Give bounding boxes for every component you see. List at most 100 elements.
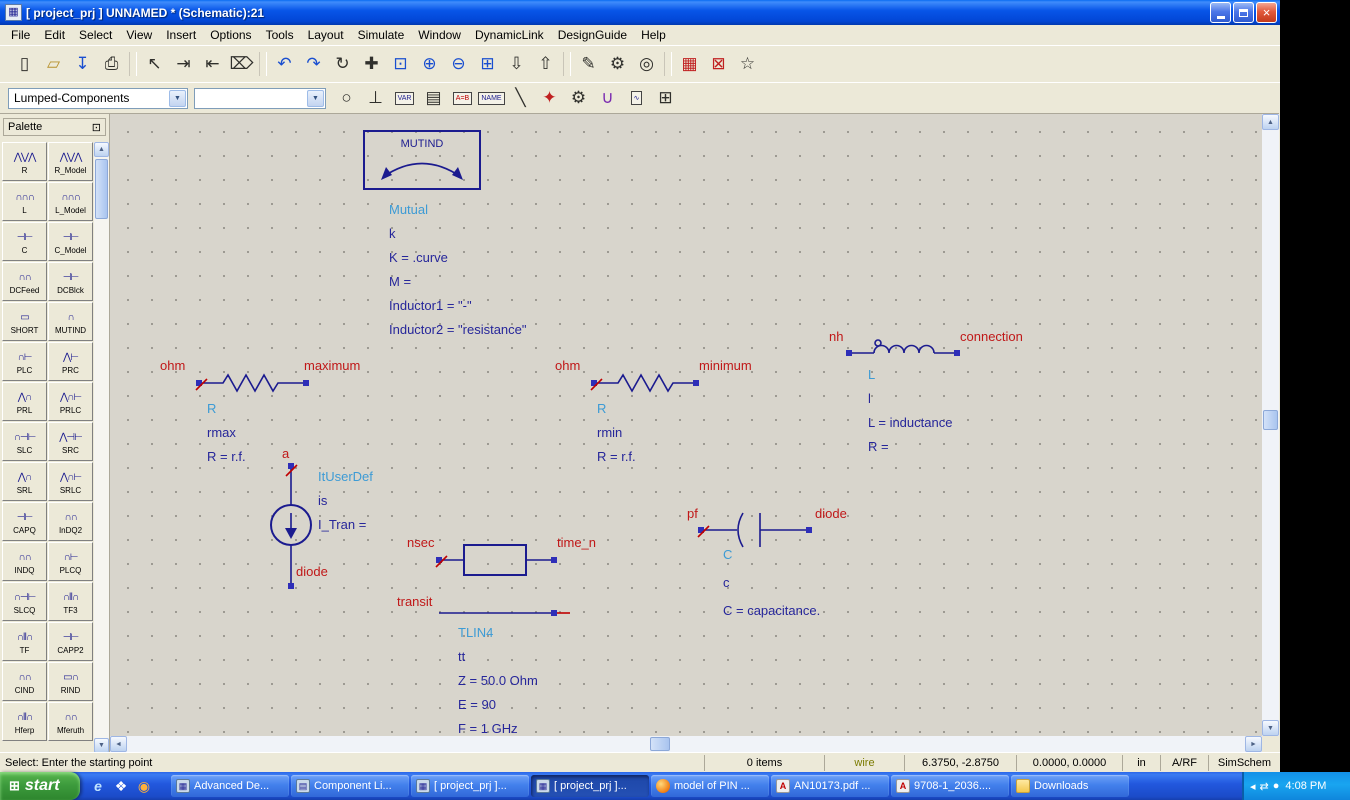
library-browser-icon[interactable]: ⊞ [652,85,679,112]
palette-item[interactable]: ⋀⋁⋀ R_Model [48,142,93,181]
separator[interactable] [563,52,571,76]
probe-icon[interactable]: ∪ [594,85,621,112]
menu-item[interactable]: Window [411,25,468,45]
resistor-rmin-symbol[interactable] [590,373,699,393]
capacitor-annotations[interactable]: C cC = capacitance. [723,541,820,625]
palette-item[interactable]: ▭∩ RIND [48,662,93,701]
chevron-down-icon[interactable]: ▼ [307,89,324,107]
tlin4-annotations[interactable]: TLIN4 tt Z = 50.0 Ohm E = 90 F = 1 GHz [458,621,538,736]
palette-dock-icon[interactable]: ⊡ [92,121,101,134]
zoom-in-icon[interactable]: ⊕ [416,51,443,78]
menu-item[interactable]: Select [72,25,119,45]
palette-item[interactable]: ⊣⊢ CAPQ [2,502,47,541]
taskbar-task-button[interactable]: ▦ [ project_prj ]... [531,775,649,797]
palette-item[interactable]: ⋀⋁⋀ R [2,142,47,181]
gear-icon[interactable]: ⚙ [565,85,592,112]
clock[interactable]: 4:08 PM [1285,780,1326,792]
vertical-scrollbar[interactable]: ▲ ▼ [1262,113,1279,736]
palette-item[interactable]: ⋀∩ PRL [2,382,47,421]
mutind-annotations[interactable]: Mutual kK = .curve M = Inductor1 = "-" Indu… [389,198,527,342]
inductor-symbol[interactable] [846,339,960,356]
move-icon[interactable]: ✚ [358,51,385,78]
palette-item[interactable]: ∩∩∩ L_Model [48,182,93,221]
palette-item[interactable]: ∩⊣⊢ SLC [2,422,47,461]
resistor-rmin-annotations[interactable]: R rmin R = r.f. [597,397,636,469]
quicklaunch-firefox-icon[interactable]: ◉ [134,776,154,796]
menu-item[interactable]: Insert [159,25,203,45]
palette-item[interactable]: ⋀⊣⊢ SRC [48,422,93,461]
horizontal-scrollbar[interactable]: ◄ ► [110,736,1262,752]
palette-item[interactable]: ∩∩∩ L [2,182,47,221]
wire-icon[interactable]: ╲ [507,85,534,112]
menu-item[interactable]: File [4,25,37,45]
taskbar-task-button[interactable]: Downloads [1011,775,1129,797]
palette-item[interactable]: ⋀∩⊢ SRLC [48,462,93,501]
palette-scrollbar[interactable]: ▲ ▼ [94,142,109,753]
palette-item[interactable]: ∩∩ InDQ2 [48,502,93,541]
zoom-out-icon[interactable]: ⊖ [445,51,472,78]
tlin4-symbol[interactable] [435,544,570,616]
menu-item[interactable]: Layout [301,25,351,45]
tray-hidden-icons-chevron[interactable]: ◂ [1250,780,1256,793]
separator[interactable] [129,52,137,76]
palette-item[interactable]: ∩∩ Mferuth [48,702,93,741]
menu-item[interactable]: Help [634,25,673,45]
resistor-rmax-annotations[interactable]: R rmax R = r.f. [207,397,246,469]
tray-status-icon[interactable]: ● [1273,780,1280,792]
separator[interactable] [664,52,672,76]
palette-item[interactable]: ∩ MUTIND [48,302,93,341]
find-icon[interactable]: ◎ [633,51,660,78]
palette-item[interactable]: ⊣⊢ CAPP2 [48,622,93,661]
menu-item[interactable]: Simulate [351,25,412,45]
rotate-icon[interactable]: ↻ [329,51,356,78]
palette-item[interactable]: ∩⊣⊢ SLCQ [2,582,47,621]
name-node-icon[interactable]: NAME [478,85,505,112]
insert-pin2-icon[interactable]: ⇤ [199,51,226,78]
redo-icon[interactable]: ↷ [300,51,327,78]
new-design-icon[interactable]: ▯ [11,51,38,78]
zoom-fit-icon[interactable]: ⊞ [474,51,501,78]
menu-item[interactable]: DesignGuide [551,25,634,45]
palette-item[interactable]: ∩‖∩ TF3 [48,582,93,621]
simulate-icon[interactable]: ⚙ [604,51,631,78]
insert-pin-icon[interactable]: ⇥ [170,51,197,78]
print-icon[interactable]: ⎙ [98,51,125,78]
wand-icon[interactable]: ☆ [734,51,761,78]
insert-wire-icon[interactable]: ✎ [575,51,602,78]
schematic-canvas[interactable]: MUTIND ohm maximum ohm minimum nh connec… [110,113,1262,736]
palette-item[interactable]: ∩∩ INDQ [2,542,47,581]
delete-icon[interactable]: ⌦ [228,51,255,78]
palette-item[interactable]: ▭ SHORT [2,302,47,341]
palette-item[interactable]: ∩⊢ PLC [2,342,47,381]
palette-item[interactable]: ∩⊢ PLCQ [48,542,93,581]
deactivate-component-icon[interactable]: ▦ [676,51,703,78]
quicklaunch-app-icon[interactable]: ❖ [111,776,131,796]
equation-icon[interactable]: A=B [449,85,476,112]
oval-shape-icon[interactable]: ○ [333,85,360,112]
chevron-down-icon[interactable]: ▼ [169,89,186,107]
undo-icon[interactable]: ↶ [271,51,298,78]
quicklaunch-internet-explorer-icon[interactable]: e [88,776,108,796]
palette-item[interactable]: ⋀∩⊢ PRLC [48,382,93,421]
start-button[interactable]: ⊞ start [0,772,80,800]
mutind-symbol[interactable]: MUTIND [363,130,481,190]
palette-item[interactable]: ∩∩ CIND [2,662,47,701]
inductor-annotations[interactable]: L lL = inductance R = [868,363,952,459]
menu-item[interactable]: Options [203,25,258,45]
pop-out-hierarchy-icon[interactable]: ⇧ [532,51,559,78]
zoom-area-icon[interactable]: ⊡ [387,51,414,78]
component-history-select[interactable]: ▼ [194,87,326,109]
app-icon[interactable]: ▦ [5,4,22,21]
taskbar-task-button[interactable]: ▦ [ project_prj ]... [411,775,529,797]
ground-icon[interactable]: ⊥ [362,85,389,112]
port-icon[interactable]: ✦ [536,85,563,112]
menu-item[interactable]: View [119,25,159,45]
taskbar-task-button[interactable]: A AN10173.pdf ... [771,775,889,797]
palette-item[interactable]: ⊣⊢ C [2,222,47,261]
palette-item[interactable]: ∩‖∩ TF [2,622,47,661]
current-source-annotations[interactable]: ItUserDef is I_Tran = [318,465,373,537]
push-into-hierarchy-icon[interactable]: ⇩ [503,51,530,78]
menu-item[interactable]: DynamicLink [468,25,551,45]
palette-item[interactable]: ⊣⊢ DCBlck [48,262,93,301]
var-icon[interactable]: VAR [391,85,418,112]
